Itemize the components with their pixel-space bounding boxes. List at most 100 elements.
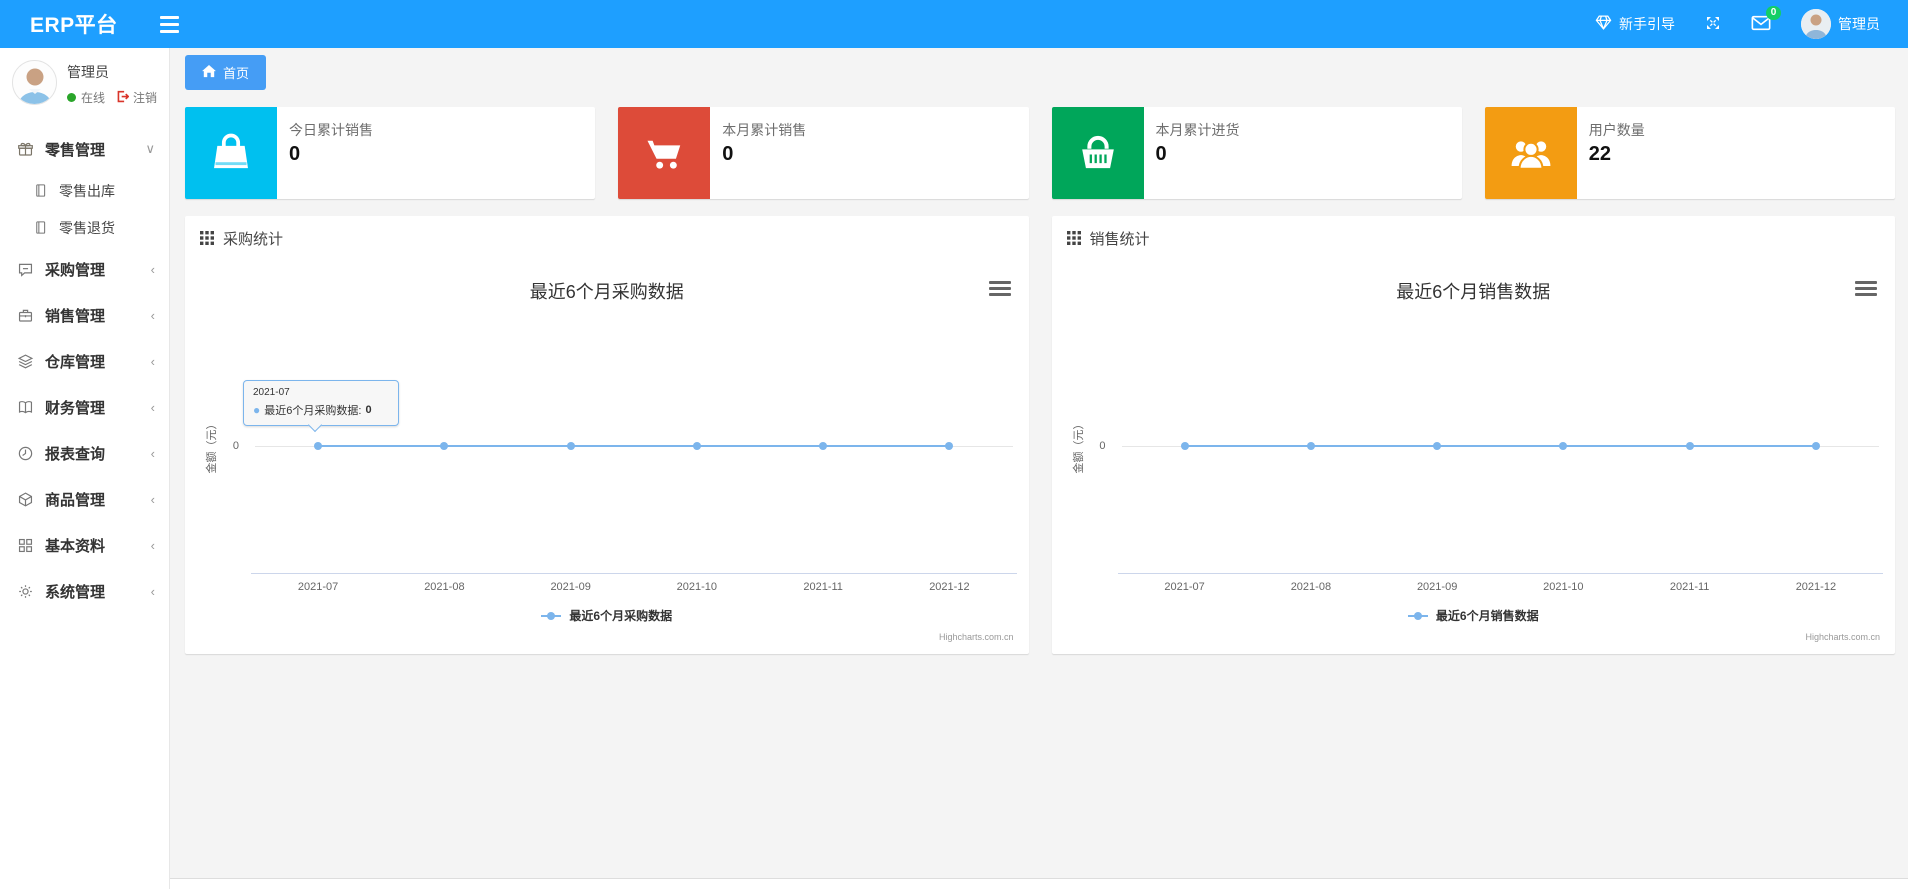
sidebar-item-retail-return[interactable]: 零售退货: [0, 209, 169, 246]
panel-title: 销售统计: [1089, 230, 1150, 248]
gift-icon: [18, 142, 33, 156]
data-point[interactable]: [440, 442, 449, 450]
gem-icon: [1595, 14, 1612, 34]
x-axis-label: 2021-08: [1290, 581, 1332, 593]
main-content: 首页 今日累计销售 0 本月累计销售 0 本月累计进货 0 用户数量 22 采购…: [170, 48, 1908, 889]
data-point[interactable]: [566, 442, 575, 450]
x-axis-line: [251, 573, 1017, 574]
sales-stats-panel: 销售统计 最近6个月销售数据 金额（元） 0 2021-07 2021-08 2…: [1051, 216, 1896, 654]
sidebar-user-panel: 管理员 在线 注销: [0, 48, 169, 116]
data-point[interactable]: [692, 442, 701, 450]
username: 管理员: [1838, 16, 1880, 32]
sidebar-item-label: 销售管理: [45, 307, 106, 325]
stat-label: 本月累计销售: [722, 122, 807, 138]
sidebar-item-label: 仓库管理: [45, 353, 106, 371]
sidebar-item-purchase[interactable]: 采购管理 ‹: [0, 246, 169, 292]
sidebar-item-finance[interactable]: 财务管理 ‹: [0, 384, 169, 430]
sidebar-item-retail[interactable]: 零售管理 ∨: [0, 126, 169, 172]
stat-label: 今日累计销售: [289, 122, 373, 138]
x-axis-label: 2021-08: [424, 581, 465, 593]
data-point[interactable]: [1811, 442, 1820, 450]
tooltip-value: 0: [365, 404, 372, 416]
sidebar: 管理员 在线 注销 零售管理 ∨ 零售出库 零售退货 采购管理 ‹ 销售管理 ‹…: [0, 48, 170, 889]
legend-item[interactable]: 最近6个月采购数据: [185, 607, 1029, 624]
plot-area: 2021-07 2021-08 2021-09 2021-10 2021-11 …: [1117, 260, 1883, 654]
panel-title: 采购统计: [223, 230, 284, 248]
sidebar-item-goods[interactable]: 商品管理 ‹: [0, 476, 169, 522]
sidebar-item-label: 商品管理: [45, 491, 106, 509]
messages-button[interactable]: 0: [1751, 5, 1781, 34]
data-point[interactable]: [945, 442, 954, 450]
logout-button[interactable]: 注销: [116, 89, 157, 106]
tab-bar: 首页: [185, 54, 1895, 90]
x-axis-label: 2021-09: [550, 581, 591, 593]
stat-value: 0: [722, 143, 734, 165]
data-point[interactable]: [1306, 442, 1315, 450]
highcharts-credit-link[interactable]: Highcharts.com.cn: [1805, 632, 1880, 642]
app-brand: ERP平台: [30, 14, 118, 37]
legend-item[interactable]: 最近6个月销售数据: [1052, 607, 1896, 624]
tab-home[interactable]: 首页: [185, 55, 267, 90]
sidebar-item-system[interactable]: 系统管理 ‹: [0, 568, 169, 614]
chevron-left-icon: ‹: [150, 491, 155, 507]
guide-button[interactable]: 新手引导: [1595, 14, 1675, 34]
sidebar-toggle-icon[interactable]: [159, 15, 179, 33]
sidebar-item-sales[interactable]: 销售管理 ‹: [0, 292, 169, 338]
chevron-left-icon: ‹: [150, 537, 155, 553]
sidebar-item-basic-data[interactable]: 基本资料 ‹: [0, 522, 169, 568]
data-point[interactable]: [314, 442, 323, 450]
data-point[interactable]: [819, 442, 828, 450]
chevron-left-icon: ‹: [150, 353, 155, 369]
sidebar-item-retail-outbound[interactable]: 零售出库: [0, 172, 169, 209]
purchase-chart: 最近6个月采购数据 金额（元） 0 2021-07 2021-08 2021-0…: [185, 260, 1029, 654]
stat-label: 用户数量: [1588, 122, 1645, 138]
sidebar-item-label: 零售退货: [59, 219, 115, 236]
sidebar-item-label: 报表查询: [45, 445, 106, 463]
highcharts-credit-link[interactable]: Highcharts.com.cn: [939, 632, 1014, 642]
sidebar-item-warehouse[interactable]: 仓库管理 ‹: [0, 338, 169, 384]
users-icon: [1484, 107, 1577, 199]
sidebar-username: 管理员: [67, 64, 109, 80]
sidebar-item-label: 零售管理: [45, 141, 106, 159]
chevron-left-icon: ‹: [150, 399, 155, 415]
x-axis-label: 2021-11: [803, 581, 843, 593]
home-icon: [202, 64, 216, 81]
sidebar-item-label: 系统管理: [45, 583, 106, 601]
data-point[interactable]: [1180, 442, 1189, 450]
chart-tooltip: 2021-07 ● 最近6个月采购数据: 0: [243, 380, 399, 426]
x-axis-label: 2021-12: [1795, 581, 1837, 593]
legend-label: 最近6个月销售数据: [1435, 609, 1539, 623]
clock-icon: [18, 446, 33, 460]
logout-label: 注销: [133, 91, 158, 105]
purchase-stats-panel: 采购统计 最近6个月采购数据 金额（元） 0 2021-07 2021-08 2…: [185, 216, 1029, 654]
sidebar-menu: 零售管理 ∨ 零售出库 零售退货 采购管理 ‹ 销售管理 ‹ 仓库管理 ‹ 财务…: [0, 126, 169, 614]
online-status-label: 在线: [81, 91, 106, 105]
series-line: [1184, 445, 1816, 447]
data-point[interactable]: [1685, 442, 1694, 450]
data-point[interactable]: [1433, 442, 1442, 450]
bag-icon: [185, 107, 277, 199]
chart-panels: 采购统计 最近6个月采购数据 金额（元） 0 2021-07 2021-08 2…: [185, 216, 1895, 654]
guide-label: 新手引导: [1619, 16, 1675, 32]
sidebar-item-label: 基本资料: [45, 537, 106, 555]
gear-icon: [19, 584, 32, 598]
fullscreen-button[interactable]: [1705, 15, 1721, 34]
legend-marker-icon: [541, 611, 562, 620]
grid-icon: [18, 538, 33, 552]
journal-icon: [36, 221, 46, 234]
online-status-icon: [67, 93, 76, 102]
grid-dots-icon: [1066, 231, 1081, 245]
stat-cards: 今日累计销售 0 本月累计销售 0 本月累计进货 0 用户数量 22: [185, 107, 1895, 199]
data-point[interactable]: [1559, 442, 1568, 450]
top-navbar: ERP平台 新手引导 0 管理员: [0, 0, 1908, 48]
user-menu[interactable]: 管理员: [1801, 9, 1880, 39]
sidebar-item-reports[interactable]: 报表查询 ‹: [0, 430, 169, 476]
cube-icon: [18, 491, 33, 507]
tooltip-series-label: 最近6个月采购数据:: [264, 405, 362, 417]
envelope-icon: [1751, 15, 1771, 34]
x-axis-label: 2021-11: [1669, 581, 1710, 593]
fullscreen-icon: [1705, 15, 1721, 34]
x-axis-label: 2021-10: [676, 581, 718, 593]
stat-card-today-sales: 今日累计销售 0: [185, 107, 596, 199]
y-axis-tick: 0: [232, 440, 239, 452]
